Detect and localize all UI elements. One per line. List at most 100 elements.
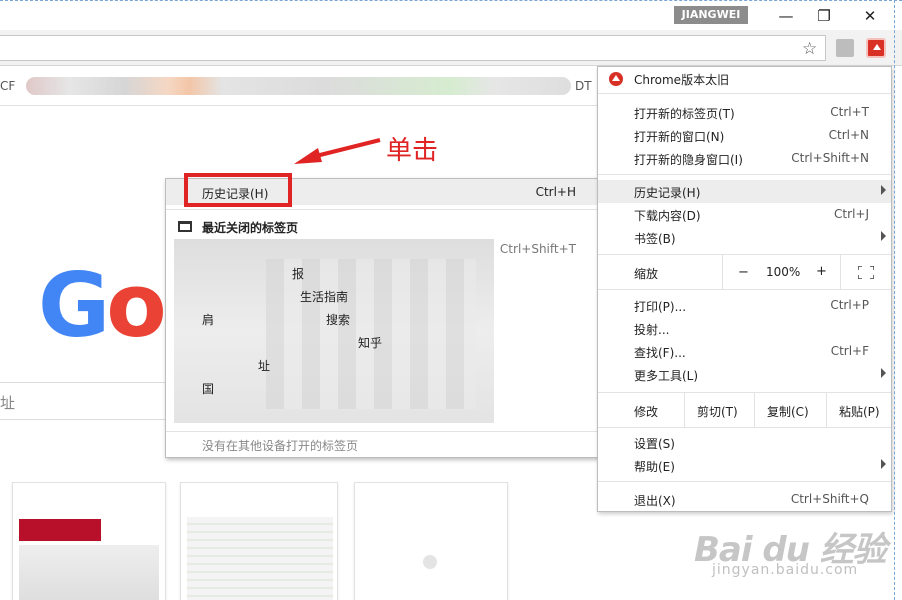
- blurred-bookmarks: [26, 77, 571, 95]
- watermark-url: jingyan.baidu.com: [712, 562, 859, 578]
- most-visited-tile[interactable]: [180, 482, 338, 600]
- divider: [598, 174, 891, 175]
- paste-label: 粘贴(P): [839, 405, 880, 419]
- cut-button[interactable]: 剪切(T): [684, 393, 754, 427]
- star-icon[interactable]: ☆: [802, 39, 817, 59]
- other-devices-text: 没有在其他设备打开的标签页: [202, 439, 359, 453]
- submenu-arrow-icon: [881, 368, 886, 378]
- close-icon[interactable]: ✕: [856, 5, 884, 27]
- reopen-tab-shortcut: Ctrl+Shift+T: [499, 242, 576, 256]
- tile-placeholder-dot: [423, 555, 437, 569]
- chrome-update-menu-icon[interactable]: [866, 38, 886, 58]
- tab-icon: [178, 221, 192, 232]
- menu-item-cast[interactable]: 投射...: [598, 317, 891, 340]
- menu-item-label: 查找(F)...: [634, 346, 686, 360]
- history-submenu: 历史记录(H) Ctrl+H 最近关闭的标签页 Ctrl+Shift+T 报 生…: [165, 173, 601, 458]
- title-bar: JIANGWEI — ❐ ✕: [0, 0, 902, 30]
- menu-item-new-tab[interactable]: 打开新的标签页(T) Ctrl+T: [598, 101, 891, 124]
- restore-icon[interactable]: ❐: [810, 5, 838, 27]
- divider: [598, 427, 891, 428]
- divider: [598, 481, 891, 482]
- tile-thumbnail: [19, 545, 159, 600]
- profile-button[interactable]: JIANGWEI: [674, 6, 748, 24]
- history-shortcut: Ctrl+H: [535, 185, 576, 199]
- most-visited-tile[interactable]: [354, 482, 508, 600]
- history-item[interactable]: 报: [292, 265, 304, 282]
- paste-button[interactable]: 粘贴(P): [826, 393, 892, 427]
- menu-item-settings[interactable]: 设置(S): [598, 431, 891, 454]
- history-item[interactable]: 肩: [202, 311, 214, 328]
- tile-thumbnail: [187, 517, 333, 600]
- menu-item-label: Chrome版本太旧: [634, 73, 730, 87]
- bookmark-item[interactable]: CF: [0, 79, 15, 93]
- submenu-arrow-icon: [881, 231, 886, 241]
- divider: [840, 255, 841, 289]
- menu-item-label: 设置(S): [634, 437, 675, 451]
- tile-thumbnail: [19, 519, 101, 541]
- cut-label: 剪切(T): [697, 405, 738, 419]
- divider: [166, 209, 600, 210]
- menu-item-label: 退出(X): [634, 494, 676, 508]
- search-placeholder: 址: [0, 394, 16, 412]
- address-bar[interactable]: ☆: [0, 35, 826, 61]
- menu-item-help[interactable]: 帮助(E): [598, 454, 891, 477]
- menu-item-shortcut: Ctrl+Shift+Q: [790, 492, 869, 506]
- annotation-arrow-icon: [294, 138, 381, 164]
- menu-item-shortcut: Ctrl+Shift+N: [791, 151, 869, 165]
- menu-item-label: 书签(B): [634, 232, 676, 246]
- menu-item-shortcut: Ctrl+N: [828, 128, 869, 142]
- menu-item-exit[interactable]: 退出(X) Ctrl+Shift+Q: [598, 488, 891, 511]
- history-item[interactable]: 国: [202, 380, 214, 397]
- browser-window: JIANGWEI — ❐ ✕ ☆ CF DT Goo 址 历史记录(H) Ct: [0, 0, 902, 600]
- copy-label: 复制(C): [767, 405, 809, 419]
- menu-item-label: 下载内容(D): [634, 209, 701, 223]
- zoom-out-button[interactable]: −: [738, 265, 749, 280]
- menu-item-more-tools[interactable]: 更多工具(L): [598, 363, 891, 386]
- submenu-arrow-icon: [881, 459, 886, 469]
- menu-item-shortcut: Ctrl+P: [830, 298, 869, 312]
- edit-row: 修改 剪切(T) 复制(C) 粘贴(P): [598, 393, 891, 427]
- menu-item-incognito[interactable]: 打开新的隐身窗口(I) Ctrl+Shift+N: [598, 147, 891, 170]
- logo-letter: G: [38, 254, 110, 357]
- menu-item-label: 打开新的隐身窗口(I): [634, 153, 743, 167]
- search-input[interactable]: 址: [0, 382, 170, 420]
- history-item[interactable]: 搜索: [326, 311, 350, 328]
- menu-item-label: 历史记录(H): [634, 186, 701, 200]
- bookmark-item[interactable]: DT: [575, 79, 592, 93]
- history-item[interactable]: 址: [258, 357, 270, 374]
- divider: [598, 289, 891, 290]
- menu-item-shortcut: Ctrl+F: [830, 344, 869, 358]
- chrome-main-menu: Chrome版本太旧 打开新的标签页(T) Ctrl+T 打开新的窗口(N) C…: [597, 66, 892, 512]
- pdf-extension-icon[interactable]: [836, 39, 854, 57]
- history-item[interactable]: 知乎: [358, 334, 382, 351]
- menu-item-history[interactable]: 历史记录(H): [598, 180, 891, 203]
- divider: [722, 255, 723, 289]
- menu-item-bookmarks[interactable]: 书签(B): [598, 226, 891, 249]
- update-icon: [609, 72, 623, 86]
- menu-item-shortcut: Ctrl+T: [830, 105, 869, 119]
- annotation-label: 单击: [386, 136, 439, 166]
- highlight-box: [184, 173, 292, 207]
- zoom-row: 缩放 − 100% +: [598, 255, 891, 289]
- most-visited-tile[interactable]: [12, 482, 166, 600]
- zoom-label: 缩放: [634, 267, 659, 281]
- menu-item-find[interactable]: 查找(F)... Ctrl+F: [598, 340, 891, 363]
- update-chrome-item[interactable]: Chrome版本太旧: [598, 67, 891, 90]
- browser-toolbar: ☆: [0, 30, 902, 66]
- history-item[interactable]: 生活指南: [300, 288, 348, 305]
- minimize-icon[interactable]: —: [772, 5, 800, 27]
- menu-item-label: 更多工具(L): [634, 369, 699, 383]
- copy-button[interactable]: 复制(C): [754, 393, 826, 427]
- zoom-in-button[interactable]: +: [816, 264, 827, 279]
- menu-item-label: 投射...: [634, 323, 670, 337]
- menu-item-label: 打印(P)...: [634, 300, 687, 314]
- menu-item-label: 打开新的标签页(T): [634, 107, 735, 121]
- fullscreen-icon[interactable]: [858, 266, 874, 279]
- menu-item-print[interactable]: 打印(P)... Ctrl+P: [598, 294, 891, 317]
- menu-item-downloads[interactable]: 下载内容(D) Ctrl+J: [598, 203, 891, 226]
- zoom-level: 100%: [766, 265, 801, 279]
- logo-letter: o: [106, 254, 167, 357]
- menu-item-label: 帮助(E): [634, 460, 675, 474]
- menu-item-shortcut: Ctrl+J: [834, 207, 869, 221]
- menu-item-new-window[interactable]: 打开新的窗口(N) Ctrl+N: [598, 124, 891, 147]
